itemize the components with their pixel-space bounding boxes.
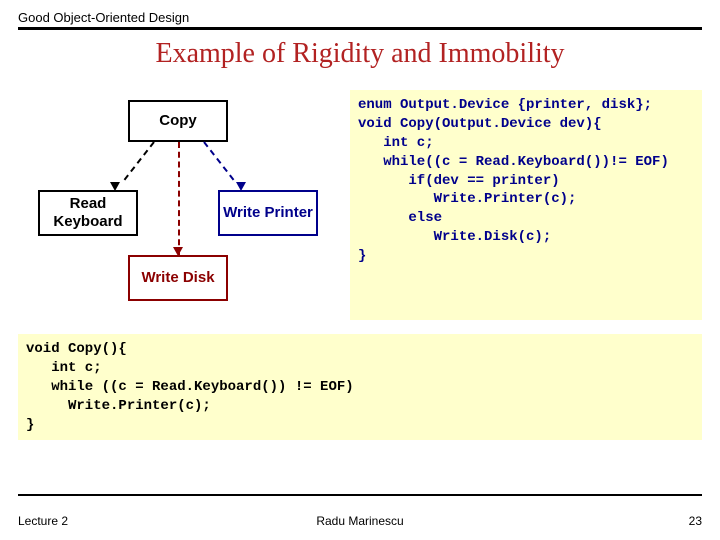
slide-title: Example of Rigidity and Immobility bbox=[0, 38, 720, 70]
arrowhead-copy-to-printer bbox=[236, 182, 246, 191]
footer-center: Radu Marinescu bbox=[316, 514, 403, 528]
box-write-printer: Write Printer bbox=[218, 190, 318, 236]
box-write-disk: Write Disk bbox=[128, 255, 228, 301]
arrow-copy-to-disk bbox=[178, 142, 180, 255]
arrowhead-copy-to-disk bbox=[173, 247, 183, 256]
header-rule bbox=[18, 27, 702, 30]
code-block-enum: enum Output.Device {printer, disk}; void… bbox=[350, 90, 702, 320]
code-block-copy: void Copy(){ int c; while ((c = Read.Key… bbox=[18, 334, 702, 440]
arrow-copy-to-printer bbox=[203, 141, 234, 180]
footer-rule bbox=[18, 494, 702, 496]
diagram: Copy Read Keyboard Write Printer Write D… bbox=[18, 90, 338, 320]
arrowhead-copy-to-read bbox=[110, 182, 120, 191]
footer-left: Lecture 2 bbox=[18, 514, 68, 528]
box-copy: Copy bbox=[128, 100, 228, 142]
main-row: Copy Read Keyboard Write Printer Write D… bbox=[0, 90, 720, 320]
header-text: Good Object-Oriented Design bbox=[18, 10, 702, 25]
arrow-copy-to-read bbox=[124, 141, 155, 180]
footer: Lecture 2 Radu Marinescu 23 bbox=[18, 514, 702, 528]
footer-right: 23 bbox=[689, 514, 702, 528]
box-read-keyboard: Read Keyboard bbox=[38, 190, 138, 236]
